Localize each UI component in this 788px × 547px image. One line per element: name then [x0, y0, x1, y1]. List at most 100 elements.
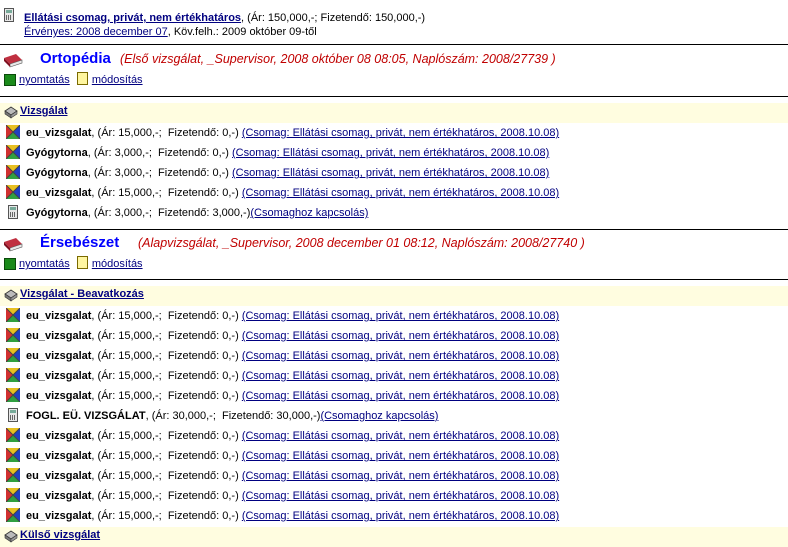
divider [0, 279, 788, 280]
service-name: eu_vizsgalat [26, 370, 92, 382]
service-name: FOGL. EÜ. VIZSGÁLAT [26, 410, 146, 422]
group-header: Vizsgálat - Beavatkozás [4, 288, 144, 302]
section-header: Érsebészet (Alapvizsgálat, _Supervisor, … [4, 234, 784, 256]
attach-package-link[interactable]: (Csomaghoz kapcsolás) [250, 207, 368, 219]
cross-icon [6, 145, 20, 159]
edit-link[interactable]: módosítás [92, 258, 143, 270]
service-text: eu_vizsgalat, (Ár: 15,000,-; Fizetendő: … [26, 330, 559, 342]
cross-icon [6, 348, 20, 362]
package-link[interactable]: (Csomag: Ellátási csomag, privát, nem ér… [232, 167, 549, 179]
print-link[interactable]: nyomtatás [19, 74, 70, 86]
edit-action[interactable]: módosítás [76, 72, 143, 86]
group-band: Külső vizsgálat [0, 527, 788, 547]
service-text: Gyógytorna, (Ár: 3,000,-; Fizetendő: 0,-… [26, 167, 549, 179]
examination-icon [4, 105, 18, 119]
service-price: , (Ár: 3,000,-; Fizetendő: 3,000,-) [87, 207, 251, 219]
examination-icon [4, 529, 18, 543]
cross-icon [6, 185, 20, 199]
service-text: eu_vizsgalat, (Ár: 15,000,-; Fizetendő: … [26, 390, 559, 402]
group-header: Külső vizsgálat [4, 529, 100, 543]
service-name: eu_vizsgalat [26, 390, 92, 402]
package-link[interactable]: (Csomag: Ellátási csomag, privát, nem ér… [242, 450, 559, 462]
package-price: , (Ár: 150,000,-; Fizetendő: 150,000,-) [241, 12, 426, 24]
package-link[interactable]: (Csomag: Ellátási csomag, privát, nem ér… [242, 370, 559, 382]
package-link[interactable]: (Csomag: Ellátási csomag, privát, nem ér… [242, 330, 559, 342]
package-link[interactable]: (Csomag: Ellátási csomag, privát, nem ér… [242, 470, 559, 482]
print-link[interactable]: nyomtatás [19, 258, 70, 270]
service-price: , (Ár: 15,000,-; Fizetendő: 0,-) [91, 370, 242, 382]
package-link[interactable]: (Csomag: Ellátási csomag, privát, nem ér… [232, 147, 549, 159]
service-price: , (Ár: 15,000,-; Fizetendő: 0,-) [91, 330, 242, 342]
package-title-link[interactable]: Ellátási csomag, privát, nem értékhatáro… [24, 12, 241, 24]
print-action[interactable]: nyomtatás [4, 258, 70, 270]
service-price: , (Ár: 3,000,-; Fizetendő: 0,-) [87, 147, 233, 159]
service-text: eu_vizsgalat, (Ár: 15,000,-; Fizetendő: … [26, 430, 559, 442]
divider [0, 96, 788, 97]
package-next-use: , Köv.felh.: 2009 október 09-től [167, 26, 317, 38]
package-link[interactable]: (Csomag: Ellátási csomag, privát, nem ér… [242, 310, 559, 322]
service-text: eu_vizsgalat, (Ár: 15,000,-; Fizetendő: … [26, 450, 559, 462]
section-header: Ortopédia (Első vizsgálat, _Supervisor, … [4, 50, 784, 72]
section-info: (Alapvizsgálat, _Supervisor, 2008 decemb… [138, 236, 585, 250]
service-price: , (Ár: 15,000,-; Fizetendő: 0,-) [91, 187, 242, 199]
service-price: , (Ár: 15,000,-; Fizetendő: 0,-) [91, 310, 242, 322]
cross-icon [6, 125, 20, 139]
calculator-icon [8, 408, 18, 422]
service-name: eu_vizsgalat [26, 430, 92, 442]
service-name: eu_vizsgalat [26, 350, 92, 362]
service-text: eu_vizsgalat, (Ár: 15,000,-; Fizetendő: … [26, 510, 559, 522]
group-link[interactable]: Külső vizsgálat [20, 529, 100, 541]
service-name: eu_vizsgalat [26, 490, 92, 502]
examination-icon [4, 288, 18, 302]
group-link[interactable]: Vizsgálat - Beavatkozás [20, 288, 144, 300]
package-link[interactable]: (Csomag: Ellátási csomag, privát, nem ér… [242, 350, 559, 362]
package-link[interactable]: (Csomag: Ellátási csomag, privát, nem ér… [242, 390, 559, 402]
section-actions: nyomtatás módosítás [4, 72, 147, 90]
group-header: Vizsgálat [4, 105, 68, 119]
package-link[interactable]: (Csomag: Ellátási csomag, privát, nem ér… [242, 510, 559, 522]
service-name: Gyógytorna [26, 167, 88, 179]
package-link[interactable]: (Csomag: Ellátási csomag, privát, nem ér… [242, 187, 559, 199]
printer-icon [4, 258, 16, 270]
package-link[interactable]: (Csomag: Ellátási csomag, privát, nem ér… [242, 127, 559, 139]
cross-icon [6, 468, 20, 482]
edit-note-icon [76, 256, 88, 269]
book-icon [2, 52, 32, 68]
cross-icon [6, 508, 20, 522]
service-name: eu_vizsgalat [26, 127, 92, 139]
printer-icon [4, 74, 16, 86]
print-action[interactable]: nyomtatás [4, 74, 70, 86]
service-price: , (Ár: 15,000,-; Fizetendő: 0,-) [91, 127, 242, 139]
service-name: eu_vizsgalat [26, 470, 92, 482]
cross-icon [6, 308, 20, 322]
service-text: eu_vizsgalat, (Ár: 15,000,-; Fizetendő: … [26, 310, 559, 322]
service-price: , (Ár: 15,000,-; Fizetendő: 0,-) [91, 390, 242, 402]
group-band: Vizsgálat [0, 103, 788, 123]
edit-action[interactable]: módosítás [76, 256, 143, 270]
service-price: , (Ár: 30,000,-; Fizetendő: 30,000,-) [145, 410, 321, 422]
section-name: Érsebészet [40, 234, 120, 251]
service-name: eu_vizsgalat [26, 187, 92, 199]
cross-icon [6, 488, 20, 502]
group-link[interactable]: Vizsgálat [20, 105, 68, 117]
service-price: , (Ár: 3,000,-; Fizetendő: 0,-) [87, 167, 233, 179]
section-info: (Első vizsgálat, _Supervisor, 2008 októb… [120, 52, 556, 66]
service-name: Gyógytorna [26, 147, 88, 159]
service-price: , (Ár: 15,000,-; Fizetendő: 0,-) [91, 450, 242, 462]
package-link[interactable]: (Csomag: Ellátási csomag, privát, nem ér… [242, 490, 559, 502]
service-name: eu_vizsgalat [26, 510, 92, 522]
package-link[interactable]: (Csomag: Ellátási csomag, privát, nem ér… [242, 430, 559, 442]
service-price: , (Ár: 15,000,-; Fizetendő: 0,-) [91, 470, 242, 482]
calculator-icon [8, 205, 18, 219]
attach-package-link[interactable]: (Csomaghoz kapcsolás) [320, 410, 438, 422]
service-price: , (Ár: 15,000,-; Fizetendő: 0,-) [91, 490, 242, 502]
service-price: , (Ár: 15,000,-; Fizetendő: 0,-) [91, 430, 242, 442]
package-line: Ellátási csomag, privát, nem értékhatáro… [24, 12, 425, 24]
cross-icon [6, 165, 20, 179]
edit-link[interactable]: módosítás [92, 74, 143, 86]
service-text: Gyógytorna, (Ár: 3,000,-; Fizetendő: 0,-… [26, 147, 549, 159]
service-name: eu_vizsgalat [26, 310, 92, 322]
edit-note-icon [76, 72, 88, 85]
service-text: eu_vizsgalat, (Ár: 15,000,-; Fizetendő: … [26, 187, 559, 199]
package-valid-link[interactable]: Érvényes: 2008 december 07 [24, 26, 168, 38]
